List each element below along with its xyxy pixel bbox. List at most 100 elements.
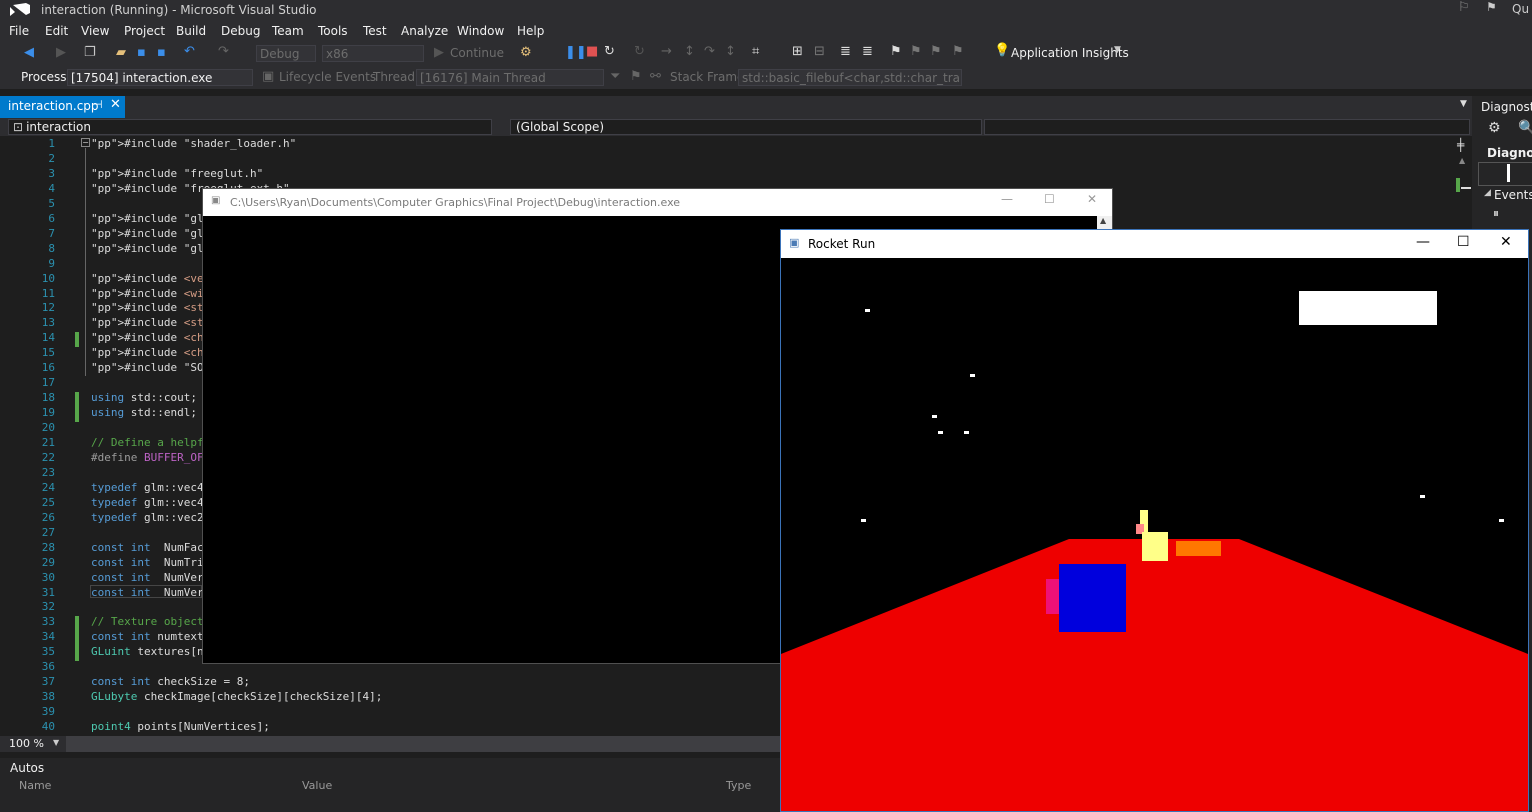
code-line[interactable]: point4 points[NumVertices]; [91,720,270,733]
save-icon[interactable]: ▪ [137,45,146,60]
code-line[interactable]: const int NumTri [91,556,204,569]
show-next-statement-icon[interactable]: ↻ [634,44,645,59]
chevron-down-icon[interactable]: ▼ [1114,45,1121,55]
menu-help[interactable]: Help [517,24,544,38]
menu-build[interactable]: Build [176,24,206,38]
code-line[interactable]: using std::cout; [91,391,197,404]
menu-tools[interactable]: Tools [318,24,348,38]
code-line[interactable]: typedef glm::vec4 [91,496,204,509]
hex-display-icon[interactable]: ⌗ [752,44,759,59]
tab-overflow-icon[interactable]: ▼ [1460,99,1467,109]
prev-bookmark-icon[interactable]: ⚑ [910,44,922,59]
menu-edit[interactable]: Edit [45,24,68,38]
redo-icon[interactable]: ↷ [218,44,229,59]
split-editor-icon[interactable]: ╪ [1457,138,1464,152]
outdent-icon[interactable]: ≣ [840,44,851,59]
tab-interaction-cpp[interactable]: interaction.cpp ⊣ ✕ [0,96,125,118]
step-out-icon[interactable]: ↷ [704,44,715,59]
step-into-icon[interactable]: → [661,44,672,59]
scope-select[interactable]: (Global Scope) [510,119,982,135]
back-icon[interactable]: ◀ [24,45,34,60]
filter-icon[interactable]: ⏷ [610,69,620,84]
horizontal-scrollbar[interactable] [66,736,780,752]
application-insights-button[interactable]: Application Insights [1011,46,1129,60]
flag-thread-icon[interactable]: ⚑ [630,69,642,84]
game-viewport[interactable] [781,258,1528,811]
thread-select[interactable]: [16176] Main Thread [416,69,604,86]
code-line[interactable]: const int NumVer [91,586,204,599]
collapse-toggle-icon[interactable]: − [81,138,90,147]
menu-analyze[interactable]: Analyze [401,24,448,38]
settings-gear-icon[interactable]: ⚙ [1488,120,1501,136]
col-header-value[interactable]: Value [302,779,332,792]
code-line[interactable]: // Define a helpf [91,436,204,449]
menu-project[interactable]: Project [124,24,165,38]
forward-icon[interactable]: ▶ [56,45,66,60]
col-header-type[interactable]: Type [726,779,751,792]
menu-debug[interactable]: Debug [221,24,260,38]
minimize-button[interactable]: — [1416,234,1430,250]
code-line[interactable]: #define BUFFER_OF [91,451,204,464]
threads-icon[interactable]: ⊞ [792,44,803,59]
lifecycle-events-button[interactable]: Lifecycle Events [279,70,376,84]
menu-file[interactable]: File [9,24,29,38]
zoom-select[interactable]: 100 % [9,737,44,750]
configuration-select[interactable]: Debug [256,45,316,62]
step-over-icon[interactable]: ↕ [684,44,695,59]
project-select[interactable]: ⊡ interaction [8,119,492,135]
next-bookmark-icon[interactable]: ⚑ [930,44,942,59]
zoom-in-icon[interactable]: 🔍 [1518,120,1532,136]
expand-events-icon[interactable]: ◢ [1484,188,1491,198]
bookmark-icon[interactable]: ⚑ [890,44,902,59]
close-button[interactable]: ✕ [1500,234,1512,250]
code-line[interactable]: typedef glm::vec2 [91,511,204,524]
stop-icon[interactable]: ■ [586,44,598,59]
menu-view[interactable]: View [81,24,109,38]
member-select[interactable] [984,119,1470,135]
close-icon[interactable]: ✕ [110,97,121,112]
restart-icon[interactable]: ↻ [604,44,615,59]
code-line[interactable]: // Texture object [91,615,204,628]
code-line[interactable]: const int NumFac [91,541,204,554]
close-button[interactable]: ✕ [1087,192,1097,206]
rocket-run-window[interactable]: ▣ Rocket Run — ☐ ✕ [780,229,1529,812]
menu-window[interactable]: Window [457,24,504,38]
maximize-button[interactable]: ☐ [1044,192,1055,206]
menu-test[interactable]: Test [363,24,387,38]
code-line[interactable]: const int numtext [91,630,204,643]
undo-icon[interactable]: ↶ [184,44,195,59]
process-icon[interactable]: ⚙ [520,45,532,60]
timeline-ruler[interactable] [1478,162,1532,186]
console-titlebar[interactable]: ▣ C:\Users\Ryan\Documents\Computer Graph… [203,189,1112,216]
new-project-icon[interactable]: ❐ [84,45,96,60]
code-line[interactable]: typedef glm::vec4 [91,481,204,494]
col-header-name[interactable]: Name [19,779,51,792]
open-file-icon[interactable]: ▰ [116,45,126,60]
code-line[interactable]: GLubyte checkImage[checkSize][checkSize]… [91,690,382,703]
save-all-icon[interactable]: ▪ [157,45,166,60]
code-line[interactable]: using std::endl; [91,406,197,419]
code-line[interactable]: const int NumVer [91,571,204,584]
stack-frame-select[interactable]: std::basic_filebuf<char,std::char_traits… [738,69,962,86]
chevron-down-icon[interactable]: ▼ [53,738,59,747]
code-line[interactable]: const int checkSize = 8; [91,675,250,688]
minimize-button[interactable]: — [1001,192,1013,206]
code-line[interactable]: GLuint textures[n [91,645,204,658]
indent-icon[interactable]: ≣ [862,44,873,59]
continue-button[interactable]: Continue [450,46,504,60]
scroll-up-icon[interactable]: ▲ [1100,216,1106,225]
notifications-icon[interactable]: ⚑ [1486,0,1497,14]
scroll-up-icon[interactable]: ▲ [1459,156,1465,165]
maximize-button[interactable]: ☐ [1457,234,1470,250]
clear-bookmarks-icon[interactable]: ⚑ [952,44,964,59]
step-icon[interactable]: ↕ [725,44,736,59]
call-stack-icon[interactable]: ⊟ [814,44,825,59]
break-all-icon[interactable]: ⏸ [1493,206,1499,221]
process-select[interactable]: [17504] interaction.exe [67,69,253,86]
show-flagged-icon[interactable]: ⚯ [650,69,661,84]
quick-launch-input[interactable]: Qu [1512,2,1529,16]
pin-icon[interactable]: ⊣ [93,98,103,111]
menu-team[interactable]: Team [272,24,304,38]
code-line[interactable]: "pp">#include "freeglut.h" [91,167,263,180]
platform-select[interactable]: x86 [322,45,424,62]
